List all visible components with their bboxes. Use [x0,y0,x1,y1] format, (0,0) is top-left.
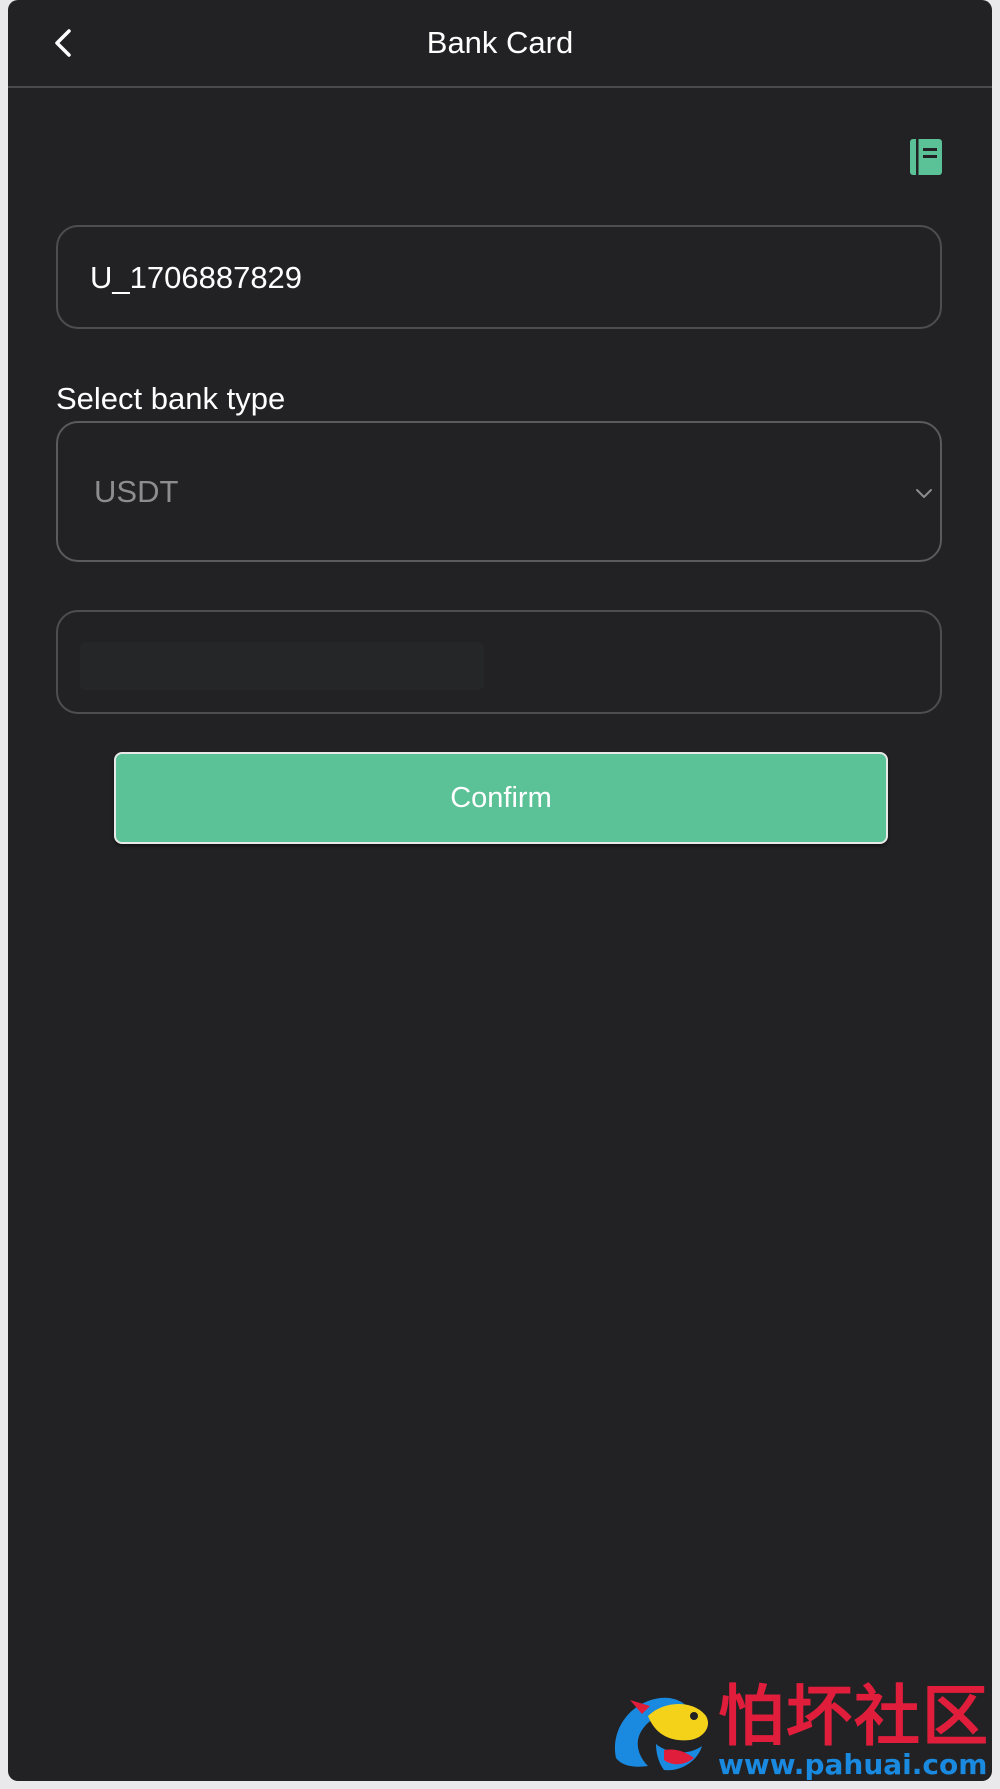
confirm-button[interactable]: Confirm [114,752,888,844]
app-window: Bank Card U_1706887829 Select bank type … [8,0,992,1781]
page-title: Bank Card [426,25,574,60]
bank-type-select[interactable]: USDT [56,421,942,562]
watermark-url: www.pahuai.com [718,1748,988,1781]
bank-type-label: Select bank type [56,381,286,416]
watermark-text: 怕坏社区 [718,1678,990,1755]
watermark: 怕坏社区 www.pahuai.com [600,1680,992,1781]
bank-type-selected-value: USDT [94,474,179,509]
address-input[interactable] [80,642,484,690]
chevron-down-icon [916,489,932,498]
record-button[interactable] [908,136,948,178]
account-name-value: U_1706887829 [90,260,303,295]
header-bar: Bank Card [8,0,992,88]
fish-logo-icon [614,1697,709,1771]
notebook-icon [910,139,942,175]
address-field [56,610,942,714]
account-field[interactable]: U_1706887829 [56,225,942,329]
